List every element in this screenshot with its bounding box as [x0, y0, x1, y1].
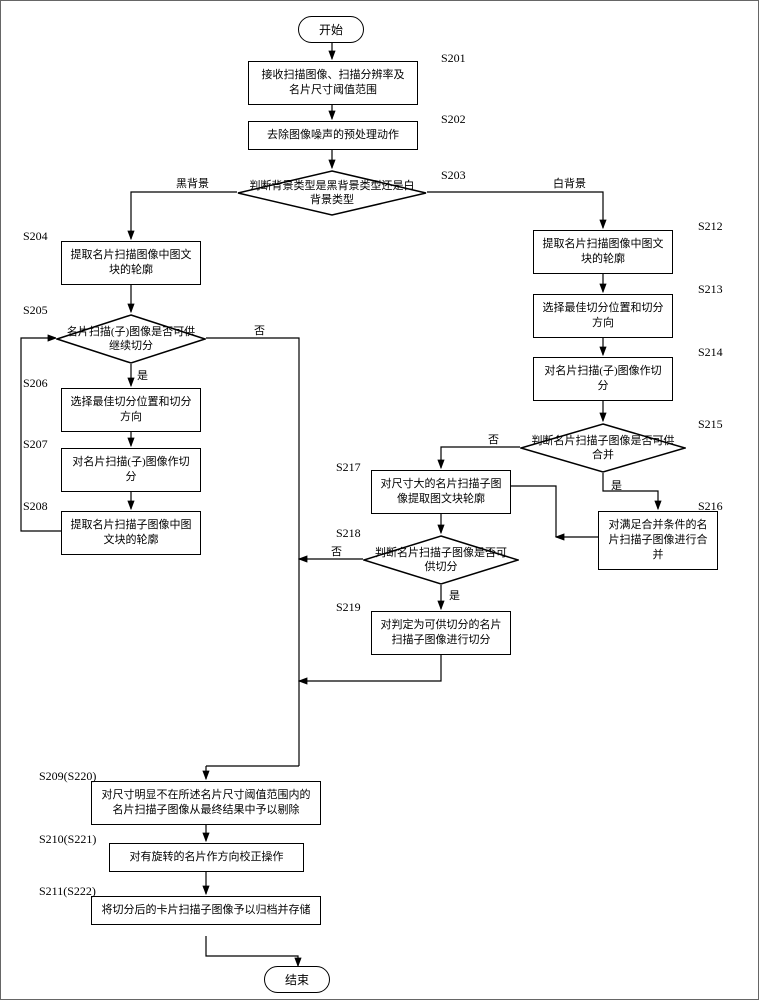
process-s213: 选择最佳切分位置和切分方向 — [533, 294, 673, 338]
s204-text: 提取名片扫描图像中图文块的轮廓 — [71, 249, 192, 276]
label-s213: S213 — [698, 282, 723, 297]
label-s209: S209(S220) — [39, 769, 96, 784]
label-s205: S205 — [23, 303, 48, 318]
label-s208: S208 — [23, 499, 48, 514]
label-s219: S219 — [336, 600, 361, 615]
decision-s203: 判断背景类型是黑背景类型还是白背景类型 — [237, 170, 427, 216]
process-s204: 提取名片扫描图像中图文块的轮廓 — [61, 241, 201, 285]
s218-no: 否 — [331, 543, 342, 559]
s207-text: 对名片扫描(子)图像作切分 — [72, 456, 189, 483]
process-s214: 对名片扫描(子)图像作切分 — [533, 357, 673, 401]
s212-text: 提取名片扫描图像中图文块的轮廓 — [543, 238, 664, 265]
s215-text: 判断名片扫描子图像是否可供合并 — [520, 434, 686, 463]
label-s204: S204 — [23, 229, 48, 244]
s203-text: 判断背景类型是黑背景类型还是白背景类型 — [237, 179, 427, 208]
flowchart-canvas: 开始 结束 接收扫描图像、扫描分辨率及名片尺寸阈值范围 S201 去除图像噪声的… — [0, 0, 759, 1000]
end-terminator: 结束 — [264, 966, 330, 993]
process-s210: 对有旋转的名片作方向校正操作 — [109, 843, 304, 872]
edge-black: 黑背景 — [176, 175, 209, 191]
s211-text: 将切分后的卡片扫描子图像予以归档并存储 — [102, 904, 311, 916]
s217-text: 对尺寸大的名片扫描子图像提取图文块轮廓 — [381, 478, 502, 505]
s218-yes: 是 — [449, 587, 460, 603]
s210-text: 对有旋转的名片作方向校正操作 — [130, 851, 284, 863]
process-s211: 将切分后的卡片扫描子图像予以归档并存储 — [91, 896, 321, 925]
process-s208: 提取名片扫描子图像中图文块的轮廓 — [61, 511, 201, 555]
s201-text: 接收扫描图像、扫描分辨率及名片尺寸阈值范围 — [262, 69, 405, 96]
process-s206: 选择最佳切分位置和切分方向 — [61, 388, 201, 432]
s215-no: 否 — [488, 431, 499, 447]
s218-text: 判断名片扫描子图像是否可供切分 — [363, 546, 519, 575]
s216-text: 对满足合并条件的名片扫描子图像进行合并 — [609, 519, 708, 561]
label-s216: S216 — [698, 499, 723, 514]
start-terminator: 开始 — [298, 16, 364, 43]
label-s207: S207 — [23, 437, 48, 452]
label-s215: S215 — [698, 417, 723, 432]
s202-text: 去除图像噪声的预处理动作 — [267, 129, 399, 141]
decision-s218: 判断名片扫描子图像是否可供切分 — [363, 535, 519, 585]
label-s217: S217 — [336, 460, 361, 475]
label-s211: S211(S222) — [39, 884, 96, 899]
label-s212: S212 — [698, 219, 723, 234]
label-s206: S206 — [23, 376, 48, 391]
label-s210: S210(S221) — [39, 832, 96, 847]
process-s217: 对尺寸大的名片扫描子图像提取图文块轮廓 — [371, 470, 511, 514]
s219-text: 对判定为可供切分的名片扫描子图像进行切分 — [381, 619, 502, 646]
s208-text: 提取名片扫描子图像中图文块的轮廓 — [71, 519, 192, 546]
process-s201: 接收扫描图像、扫描分辨率及名片尺寸阈值范围 — [248, 61, 418, 105]
s205-text: 名片扫描(子)图像是否可供继续切分 — [56, 325, 206, 354]
s214-text: 对名片扫描(子)图像作切分 — [544, 365, 661, 392]
s206-text: 选择最佳切分位置和切分方向 — [71, 396, 192, 423]
label-s202: S202 — [441, 112, 466, 127]
decision-s205: 名片扫描(子)图像是否可供继续切分 — [56, 314, 206, 364]
label-s201: S201 — [441, 51, 466, 66]
edge-white: 白背景 — [553, 175, 586, 191]
end-label: 结束 — [285, 973, 309, 987]
process-s202: 去除图像噪声的预处理动作 — [248, 121, 418, 150]
s213-text: 选择最佳切分位置和切分方向 — [543, 302, 664, 329]
s205-no: 否 — [254, 322, 265, 338]
label-s203: S203 — [441, 168, 466, 183]
label-s218: S218 — [336, 526, 361, 541]
process-s219: 对判定为可供切分的名片扫描子图像进行切分 — [371, 611, 511, 655]
process-s209: 对尺寸明显不在所述名片尺寸阈值范围内的名片扫描子图像从最终结果中予以剔除 — [91, 781, 321, 825]
process-s216: 对满足合并条件的名片扫描子图像进行合并 — [598, 511, 718, 570]
s205-yes: 是 — [137, 367, 148, 383]
process-s212: 提取名片扫描图像中图文块的轮廓 — [533, 230, 673, 274]
s215-yes: 是 — [611, 477, 622, 493]
label-s214: S214 — [698, 345, 723, 360]
process-s207: 对名片扫描(子)图像作切分 — [61, 448, 201, 492]
start-label: 开始 — [319, 23, 343, 37]
s209-text: 对尺寸明显不在所述名片尺寸阈值范围内的名片扫描子图像从最终结果中予以剔除 — [102, 789, 311, 816]
decision-s215: 判断名片扫描子图像是否可供合并 — [520, 423, 686, 473]
